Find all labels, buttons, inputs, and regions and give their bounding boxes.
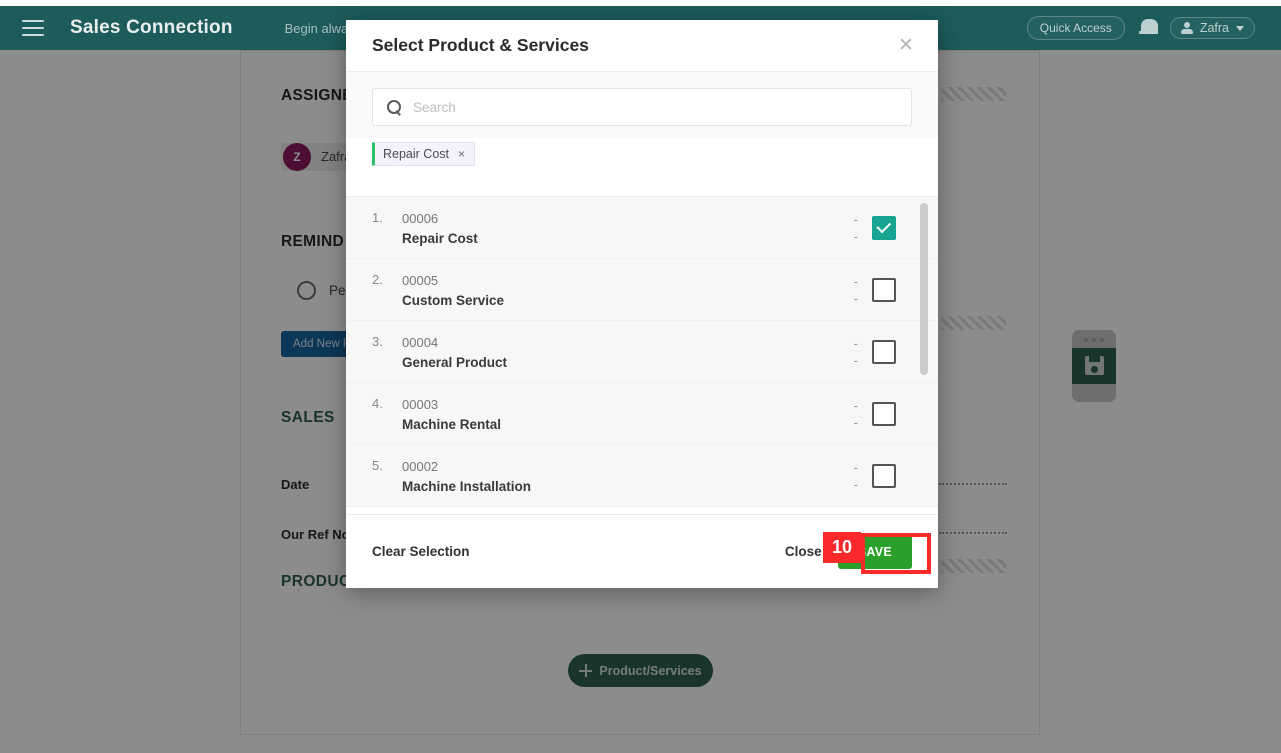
row-index: 5. <box>372 458 383 473</box>
row-name: Custom Service <box>402 293 505 308</box>
row-code: 00002 <box>402 459 439 474</box>
screen-root: ASSIGNE Z Zafra REMIND Per Add New R SAL… <box>0 0 1281 753</box>
row-name: Repair Cost <box>402 231 478 246</box>
row-col2: - <box>853 352 858 368</box>
app-brand-title: Sales Connection <box>70 17 233 38</box>
row-col2: - <box>853 228 858 244</box>
selected-chips: Repair Cost × <box>346 138 938 178</box>
date-field-input[interactable] <box>939 483 1007 485</box>
bell-icon[interactable] <box>1138 18 1158 38</box>
widget-dots-icon <box>1072 338 1116 342</box>
row-code: 00006 <box>402 211 439 226</box>
plus-icon <box>579 664 593 677</box>
scrollbar-thumb[interactable] <box>920 203 928 375</box>
product-section-heading: PRODUC <box>281 573 351 590</box>
row-index: 3. <box>372 334 383 349</box>
list-scrollbar[interactable] <box>920 203 928 503</box>
row-col1: - <box>853 211 858 227</box>
skeleton-block <box>941 87 1006 101</box>
row-checkbox[interactable] <box>872 277 896 302</box>
row-col2: - <box>853 476 858 492</box>
row-col1: - <box>853 273 858 289</box>
add-product-services-label: Product/Services <box>599 663 702 678</box>
product-list[interactable]: 1. 00006 Repair Cost - - 2. 00005 Custom… <box>346 196 938 513</box>
row-name: Machine Rental <box>402 417 502 432</box>
assignee-heading: ASSIGNE <box>281 87 353 104</box>
row-col2: - <box>853 414 858 430</box>
user-menu[interactable]: Zafra <box>1169 17 1255 39</box>
row-name: Machine Installation <box>402 479 532 494</box>
search-area <box>346 72 938 138</box>
our-ref-no-field-input[interactable] <box>939 532 1007 534</box>
add-product-services-button[interactable]: Product/Services <box>568 654 713 687</box>
row-checkbox[interactable] <box>872 215 896 240</box>
quick-access-button[interactable]: Quick Access <box>1026 16 1125 40</box>
selected-chip-label: Repair Cost <box>383 147 449 161</box>
save-button[interactable]: SAVE <box>837 534 912 569</box>
row-checkbox[interactable] <box>872 401 896 426</box>
search-input[interactable] <box>413 99 897 115</box>
close-icon[interactable]: ✕ <box>896 36 916 56</box>
floppy-disk-icon <box>1085 356 1104 375</box>
row-code: 00004 <box>402 335 439 350</box>
row-checkbox[interactable] <box>872 463 896 488</box>
row-code: 00005 <box>402 273 439 288</box>
user-icon <box>1180 22 1193 34</box>
row-checkbox[interactable] <box>872 339 896 364</box>
search-icon <box>387 100 401 114</box>
row-index: 2. <box>372 272 383 287</box>
header-actions: Quick Access Zafra <box>1026 16 1267 40</box>
row-code: 00003 <box>402 397 439 412</box>
floating-save-widget[interactable] <box>1072 330 1116 402</box>
table-row[interactable]: 2. 00005 Custom Service - - <box>346 259 938 321</box>
chevron-down-icon <box>1236 25 1244 31</box>
row-col1: - <box>853 335 858 351</box>
clear-selection-button[interactable]: Clear Selection <box>372 544 470 559</box>
dialog-footer: Clear Selection Close SAVE <box>346 514 938 588</box>
dialog-title: Select Product & Services <box>372 35 589 55</box>
table-row[interactable]: 3. 00004 General Product - - <box>346 321 938 383</box>
row-index: 4. <box>372 396 383 411</box>
row-col2: - <box>853 290 858 306</box>
skeleton-block <box>941 559 1006 573</box>
skeleton-block <box>941 316 1006 330</box>
date-field-label: Date <box>281 477 310 492</box>
close-button[interactable]: Close <box>785 544 822 559</box>
list-tail-spacer <box>346 507 938 513</box>
user-name-label: Zafra <box>1199 21 1229 35</box>
row-col1: - <box>853 459 858 475</box>
avatar: Z <box>283 143 311 171</box>
chip-remove-icon[interactable]: × <box>458 147 465 161</box>
table-row[interactable]: 5. 00002 Machine Installation - - <box>346 445 938 507</box>
table-row[interactable]: 4. 00003 Machine Rental - - <box>346 383 938 445</box>
reminder-radio[interactable] <box>297 281 316 300</box>
table-row[interactable]: 1. 00006 Repair Cost - - <box>346 197 938 259</box>
selected-chip[interactable]: Repair Cost × <box>372 142 476 166</box>
row-col1: - <box>853 397 858 413</box>
select-product-services-dialog: Select Product & Services ✕ Repair Cost … <box>346 20 938 588</box>
our-ref-no-field-label: Our Ref No <box>281 527 350 542</box>
row-name: General Product <box>402 355 508 370</box>
dialog-header: Select Product & Services ✕ <box>346 20 938 72</box>
reminder-heading: REMIND <box>281 233 344 250</box>
search-box[interactable] <box>372 88 912 126</box>
sales-section-heading: SALES <box>281 409 335 426</box>
row-index: 1. <box>372 210 383 225</box>
hamburger-icon[interactable] <box>22 20 44 36</box>
